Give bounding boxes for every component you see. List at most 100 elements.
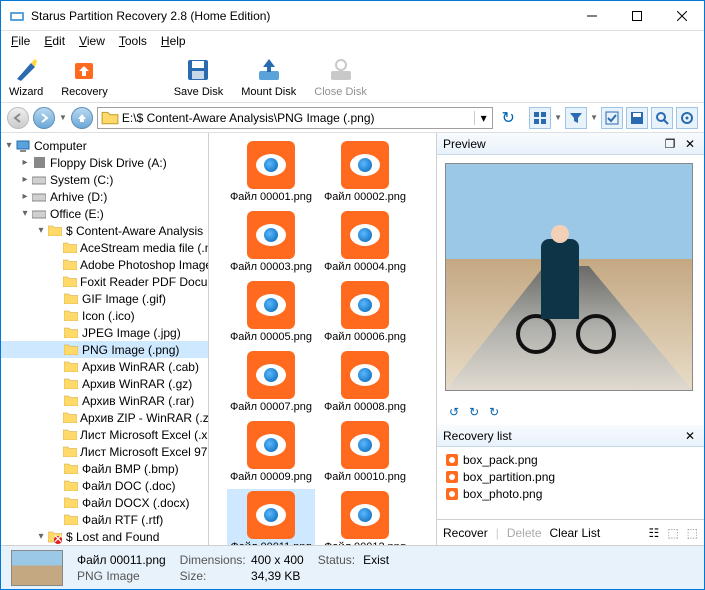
status-filename: Файл 00011.png (77, 553, 166, 567)
file-name: Файл 00003.png (230, 261, 312, 273)
folder-icon (63, 376, 79, 392)
tree-icon[interactable]: Icon (.ico) (1, 307, 208, 324)
recovery-list-item[interactable]: box_photo.png (445, 485, 696, 502)
nav-back-button[interactable] (7, 107, 29, 129)
file-item[interactable]: Файл 00001.png (227, 139, 315, 205)
nav-history-dropdown[interactable]: ▼ (59, 113, 67, 122)
path-dropdown[interactable]: ▾ (474, 111, 492, 125)
tree-zip[interactable]: Архив ZIP - WinRAR (.zip) (1, 409, 208, 426)
folder-icon (63, 274, 77, 290)
recovery-list-body[interactable]: box_pack.pngbox_partition.pngbox_photo.p… (437, 447, 704, 519)
file-item[interactable]: Файл 00008.png (321, 349, 409, 415)
file-name: Файл 00002.png (324, 191, 406, 203)
file-item[interactable]: Файл 00005.png (227, 279, 315, 345)
path-box[interactable]: ▾ (97, 107, 493, 129)
file-name: Файл 00009.png (230, 471, 312, 483)
recovery-list-close-icon[interactable]: ✕ (682, 429, 698, 443)
tree-xls97[interactable]: Лист Microsoft Excel 97-20 (1, 443, 208, 460)
tree-png[interactable]: PNG Image (.png) (1, 341, 208, 358)
tree-content-aware[interactable]: ▾$ Content-Aware Analysis (1, 222, 208, 239)
status-size: 34,39 KB (251, 569, 300, 583)
nav-up-button[interactable] (71, 107, 93, 129)
file-item[interactable]: Файл 00002.png (321, 139, 409, 205)
tree-bmp[interactable]: Файл BMP (.bmp) (1, 460, 208, 477)
nav-forward-button[interactable] (33, 107, 55, 129)
menu-edit[interactable]: Edit (38, 32, 71, 50)
tree-jpeg[interactable]: JPEG Image (.jpg) (1, 324, 208, 341)
recover-button[interactable]: Recover (443, 526, 488, 540)
menu-file[interactable]: File (5, 32, 36, 50)
file-item[interactable]: Файл 00003.png (227, 209, 315, 275)
save-disk-button[interactable]: Save Disk (174, 56, 224, 98)
tree-system[interactable]: ▸System (C:) (1, 171, 208, 188)
status-size-label: Size: (180, 569, 248, 583)
list-option3-icon[interactable]: ⬚ (687, 526, 698, 540)
tree-rtf[interactable]: Файл RTF (.rtf) (1, 511, 208, 528)
tree-lost-found[interactable]: ▾✕$ Lost and Found (1, 528, 208, 545)
folder-icon (63, 495, 79, 511)
tree-xlsx[interactable]: Лист Microsoft Excel (.xlsx) (1, 426, 208, 443)
tree-panel[interactable]: ▾Computer ▸Floppy Disk Drive (A:) ▸Syste… (1, 133, 209, 545)
tree-docx[interactable]: Файл DOCX (.docx) (1, 494, 208, 511)
tree-acestream[interactable]: AceStream media file (.mp (1, 239, 208, 256)
tree-gif[interactable]: GIF Image (.gif) (1, 290, 208, 307)
file-item[interactable]: Файл 00007.png (227, 349, 315, 415)
file-item[interactable]: Файл 00009.png (227, 419, 315, 485)
tree-computer[interactable]: ▾Computer (1, 137, 208, 154)
tree-rar[interactable]: Архив WinRAR (.rar) (1, 392, 208, 409)
refresh-button[interactable]: ↻ (497, 107, 519, 129)
app-icon (9, 8, 25, 24)
file-item[interactable]: Файл 00004.png (321, 209, 409, 275)
file-item[interactable]: Файл 00012.png (321, 489, 409, 545)
tree-foxit[interactable]: Foxit Reader PDF Documen (1, 273, 208, 290)
file-thumb (247, 141, 295, 189)
search-button[interactable] (651, 107, 673, 129)
save-button[interactable] (626, 107, 648, 129)
file-item[interactable]: Файл 00010.png (321, 419, 409, 485)
file-thumb (341, 421, 389, 469)
list-option2-icon[interactable]: ⬚ (667, 526, 678, 540)
rotate-right-icon[interactable]: ↻ (469, 405, 479, 419)
path-input[interactable] (122, 111, 474, 125)
menu-tools[interactable]: Tools (113, 32, 153, 50)
tree-photoshop[interactable]: Adobe Photoshop Image.1 (1, 256, 208, 273)
recovery-list-item[interactable]: box_partition.png (445, 468, 696, 485)
clear-list-button[interactable]: Clear List (550, 526, 601, 540)
tree-cab[interactable]: Архив WinRAR (.cab) (1, 358, 208, 375)
files-panel[interactable]: Файл 00001.png Файл 00002.png Файл 00003.p… (209, 133, 436, 545)
file-thumb (341, 281, 389, 329)
file-name: Файл 00004.png (324, 261, 406, 273)
filter-dropdown[interactable]: ▼ (590, 113, 598, 122)
options-button[interactable] (676, 107, 698, 129)
close-disk-icon (327, 56, 355, 84)
mount-disk-button[interactable]: Mount Disk (241, 56, 296, 98)
view-dropdown[interactable]: ▼ (554, 113, 562, 122)
status-dims: 400 x 400 (251, 553, 304, 567)
tree-office[interactable]: ▾Office (E:) (1, 205, 208, 222)
status-thumbnail (11, 550, 63, 586)
tree-arhive[interactable]: ▸Arhive (D:) (1, 188, 208, 205)
tree-floppy[interactable]: ▸Floppy Disk Drive (A:) (1, 154, 208, 171)
preview-close-icon[interactable]: ✕ (682, 137, 698, 151)
view-mode-button[interactable] (529, 107, 551, 129)
preview-popout-icon[interactable]: ❐ (662, 137, 678, 151)
menu-help[interactable]: Help (155, 32, 192, 50)
file-item[interactable]: Файл 00011.png (227, 489, 315, 545)
tree-gz[interactable]: Архив WinRAR (.gz) (1, 375, 208, 392)
list-option1-icon[interactable]: ☷ (649, 526, 660, 540)
rotate-icon[interactable]: ↻ (489, 405, 499, 419)
recovery-list-item[interactable]: box_pack.png (445, 451, 696, 468)
menubar: File Edit View Tools Help (1, 31, 704, 51)
select-all-button[interactable] (601, 107, 623, 129)
file-item[interactable]: Файл 00006.png (321, 279, 409, 345)
menu-view[interactable]: View (73, 32, 111, 50)
minimize-button[interactable] (569, 1, 614, 30)
wizard-button[interactable]: Wizard (9, 56, 43, 98)
close-button[interactable] (659, 1, 704, 30)
filter-button[interactable] (565, 107, 587, 129)
maximize-button[interactable] (614, 1, 659, 30)
status-status: Exist (363, 553, 389, 567)
recovery-button[interactable]: Recovery (61, 56, 107, 98)
rotate-left-icon[interactable]: ↺ (449, 405, 459, 419)
tree-doc[interactable]: Файл DOC (.doc) (1, 477, 208, 494)
